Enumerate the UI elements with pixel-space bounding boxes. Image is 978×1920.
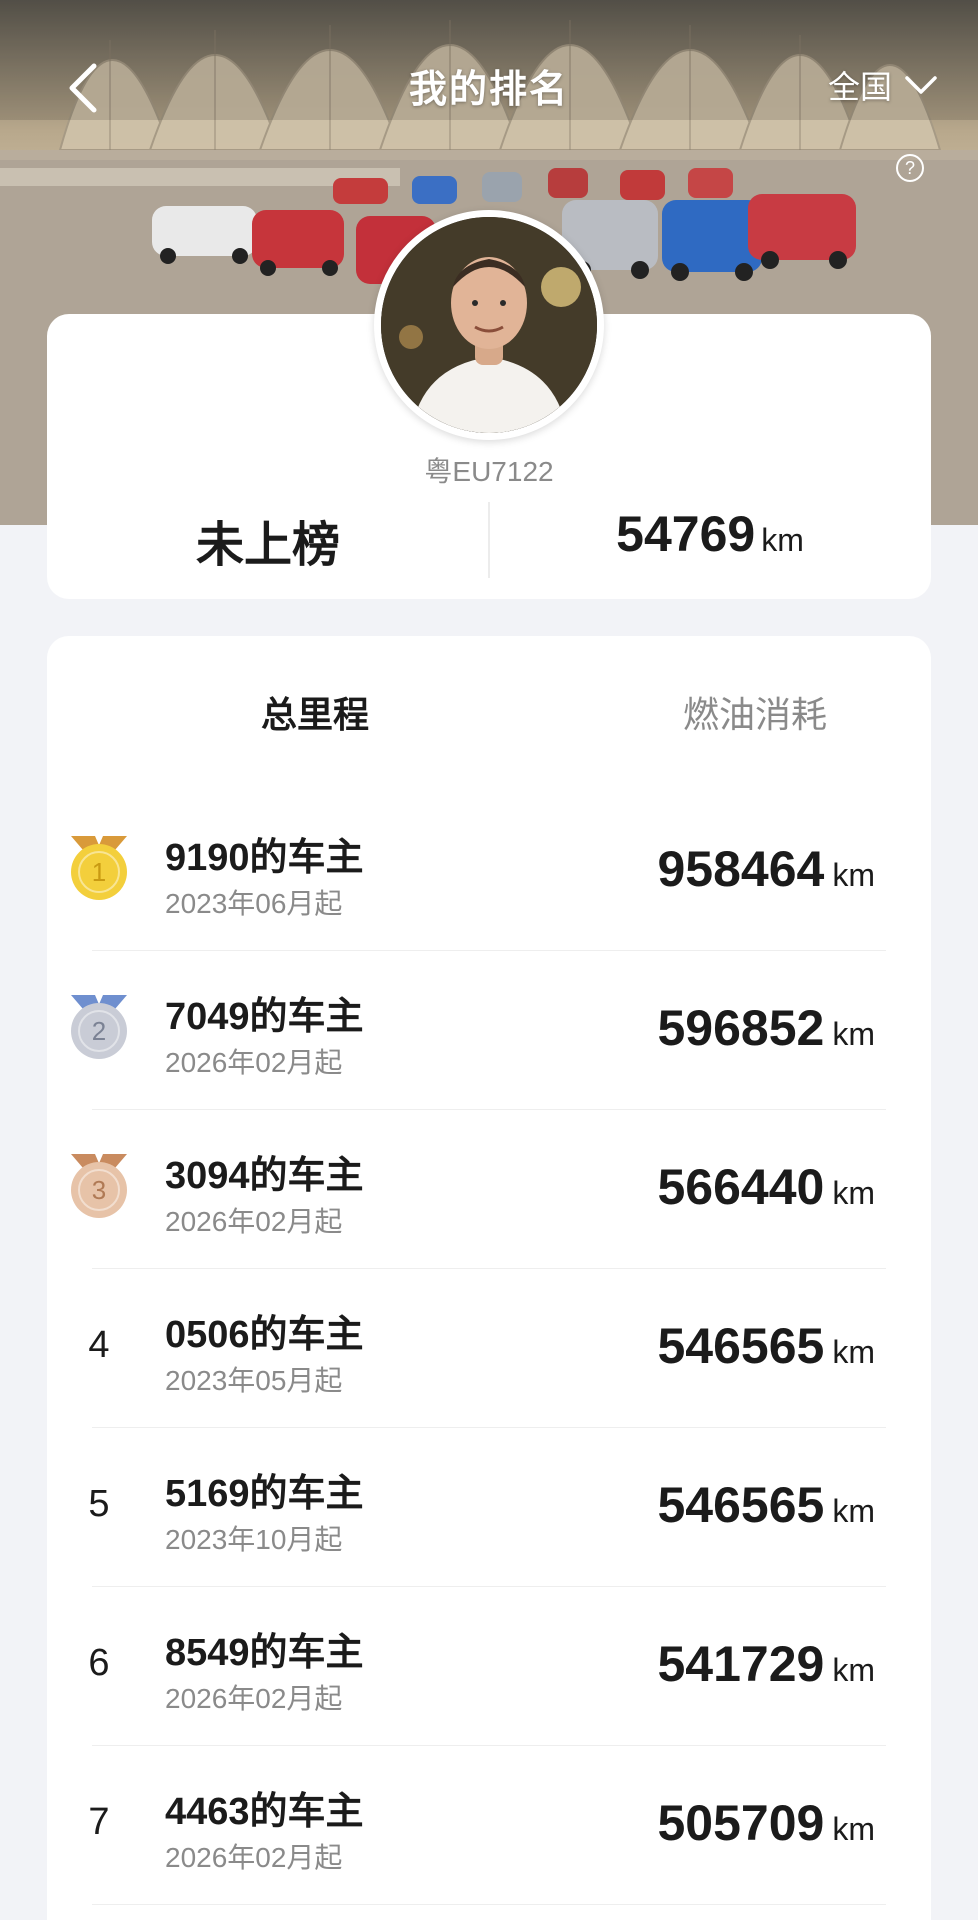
- rank-indicator: 6: [67, 1629, 131, 1697]
- ranking-list: 1 9190的车主 2023年06月起 958464 km 2 7049的车主 2026年02…: [47, 792, 931, 1905]
- mileage-value: 958464: [657, 841, 825, 897]
- ranking-row[interactable]: 4 0506的车主 2023年05月起 546565 km: [47, 1269, 931, 1428]
- mileage-value: 546565: [657, 1477, 825, 1533]
- row-divider: [92, 1904, 886, 1905]
- mileage-value: 541729: [657, 1636, 825, 1692]
- chevron-down-icon: [905, 76, 937, 94]
- question-circle-icon[interactable]: ?: [896, 154, 924, 182]
- medal-rank-number: 3: [92, 1175, 106, 1205]
- rank-number: 4: [88, 1323, 110, 1366]
- rank-indicator: 2: [67, 993, 131, 1061]
- row-mileage: 546565 km: [657, 1317, 875, 1375]
- mileage-value: 596852: [657, 1000, 825, 1056]
- owner-since-date: 2026年02月起: [165, 1683, 343, 1714]
- rank-number: 7: [88, 1800, 110, 1843]
- top-bar: 我的排名 全国: [0, 0, 978, 170]
- avatar-photo: [381, 217, 597, 433]
- owner-since-date: 2023年10月起: [165, 1524, 343, 1555]
- rank-indicator: 5: [67, 1470, 131, 1538]
- my-mileage-value: 54769: [616, 506, 756, 562]
- owner-since-date: 2023年05月起: [165, 1365, 343, 1396]
- row-mileage: 546565 km: [657, 1476, 875, 1534]
- mileage-value: 566440: [657, 1159, 825, 1215]
- ranking-row[interactable]: 1 9190的车主 2023年06月起 958464 km: [47, 792, 931, 951]
- row-mileage: 505709 km: [657, 1794, 875, 1852]
- row-mileage: 596852 km: [657, 999, 875, 1057]
- ranking-row[interactable]: 3 3094的车主 2026年02月起 566440 km: [47, 1110, 931, 1269]
- medal-rank-number: 1: [92, 857, 106, 887]
- rank-number: 5: [88, 1482, 110, 1525]
- row-mileage: 541729 km: [657, 1635, 875, 1693]
- rank-indicator: 7: [67, 1788, 131, 1856]
- row-mileage: 566440 km: [657, 1158, 875, 1216]
- owner-name: 4463的车主: [165, 1791, 364, 1833]
- row-mileage: 958464 km: [657, 840, 875, 898]
- mileage-unit: km: [832, 1493, 875, 1529]
- my-mileage-unit: km: [761, 522, 804, 558]
- ranking-tabs: 总里程 燃油消耗: [47, 686, 931, 746]
- license-plate: 粤EU7122: [424, 456, 554, 487]
- mileage-unit: km: [832, 1811, 875, 1847]
- owner-name: 5169的车主: [165, 1473, 364, 1515]
- ranking-row[interactable]: 5 5169的车主 2023年10月起 546565 km: [47, 1428, 931, 1587]
- region-selector[interactable]: 全国: [828, 62, 938, 108]
- silver-medal-icon: 2: [71, 995, 127, 1059]
- ranking-row[interactable]: 2 7049的车主 2026年02月起 596852 km: [47, 951, 931, 1110]
- bronze-medal-icon: 3: [71, 1154, 127, 1218]
- rank-indicator: 1: [67, 834, 131, 902]
- mileage-unit: km: [832, 857, 875, 893]
- tab-fuel-consumption[interactable]: 燃油消耗: [605, 686, 905, 738]
- owner-since-date: 2026年02月起: [165, 1206, 343, 1237]
- owner-since-date: 2023年06月起: [165, 888, 343, 919]
- my-rank-status: 未上榜: [195, 519, 340, 572]
- ranking-row[interactable]: 6 8549的车主 2026年02月起 541729 km: [47, 1587, 931, 1746]
- owner-name: 8549的车主: [165, 1632, 364, 1674]
- rank-indicator: 4: [67, 1311, 131, 1379]
- rank-indicator: 3: [67, 1152, 131, 1220]
- owner-since-date: 2026年02月起: [165, 1842, 343, 1873]
- region-label: 全国: [827, 69, 892, 105]
- mileage-value: 546565: [657, 1318, 825, 1374]
- owner-name: 3094的车主: [165, 1155, 364, 1197]
- ranking-row[interactable]: 7 4463的车主 2026年02月起 505709 km: [47, 1746, 931, 1905]
- avatar[interactable]: [374, 210, 604, 440]
- mileage-unit: km: [832, 1334, 875, 1370]
- owner-since-date: 2026年02月起: [165, 1047, 343, 1078]
- owner-name: 7049的车主: [165, 996, 364, 1038]
- gold-medal-icon: 1: [71, 836, 127, 900]
- medal-rank-number: 2: [92, 1016, 106, 1046]
- rank-number: 6: [88, 1641, 110, 1684]
- owner-name: 0506的车主: [165, 1314, 364, 1356]
- mileage-unit: km: [832, 1652, 875, 1688]
- tab-total-mileage[interactable]: 总里程: [165, 686, 465, 738]
- mileage-unit: km: [832, 1175, 875, 1211]
- owner-name: 9190的车主: [165, 837, 364, 879]
- my-mileage: 54769 km: [490, 505, 930, 563]
- mileage-value: 505709: [657, 1795, 825, 1851]
- mileage-unit: km: [832, 1016, 875, 1052]
